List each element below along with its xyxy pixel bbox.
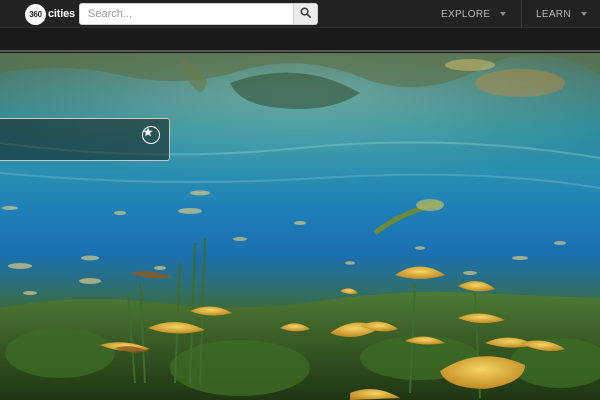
site-logo[interactable]: 360 cities (25, 3, 75, 25)
chevron-down-icon (580, 12, 587, 16)
logo-badge: 360 (25, 3, 46, 25)
nav-explore-label: EXPLORE (441, 8, 491, 20)
secondary-toolbar (0, 29, 600, 52)
search-box (79, 3, 318, 25)
underwater-panorama-image (0, 53, 600, 400)
nav-learn-label: LEARN (536, 8, 571, 20)
search-input[interactable] (80, 4, 294, 24)
favorite-button[interactable] (142, 126, 160, 144)
top-navigation-bar: 360 cities EXPLORE LEARN (0, 0, 600, 28)
chevron-down-icon (500, 12, 507, 16)
search-icon (300, 5, 311, 23)
logo-wordmark: cities (48, 8, 75, 20)
search-button[interactable] (293, 4, 317, 24)
panorama-viewer[interactable] (0, 53, 600, 400)
nav-learn[interactable]: LEARN (521, 0, 600, 28)
main-menu: EXPLORE LEARN (441, 0, 600, 28)
nav-explore[interactable]: EXPLORE (441, 0, 521, 28)
